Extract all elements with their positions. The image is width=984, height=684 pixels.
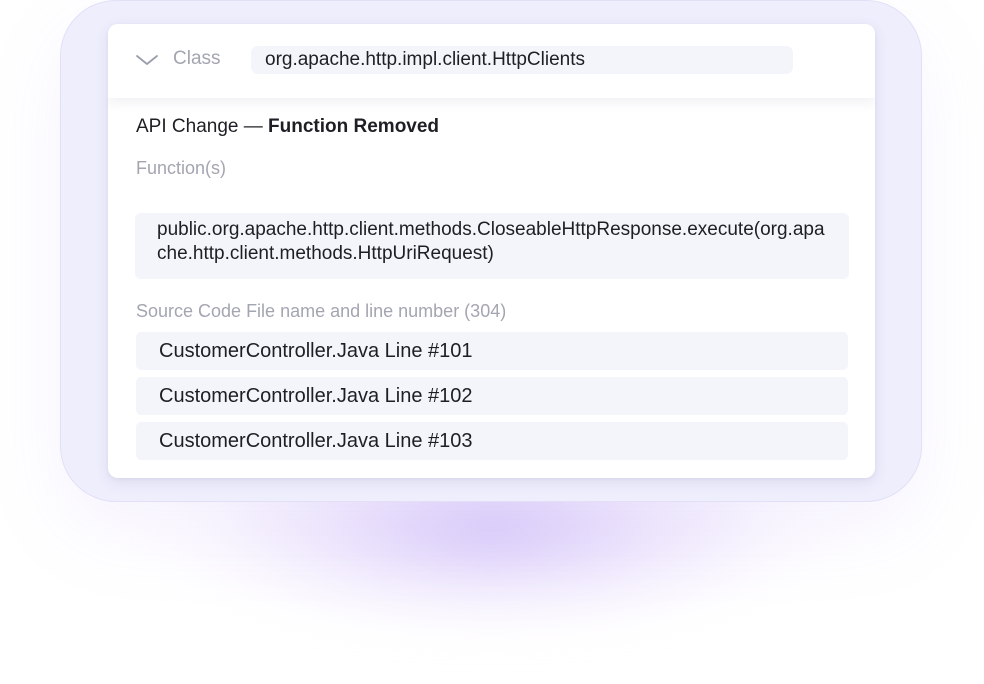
functions-label: Function(s) xyxy=(136,158,227,178)
card-header[interactable]: Class org.apache.http.impl.client.HttpCl… xyxy=(108,24,875,98)
chevron-down-icon[interactable] xyxy=(135,53,159,67)
source-files-label: Source Code File name and line number (3… xyxy=(136,301,507,321)
source-file-row[interactable]: CustomerController.Java Line #101 xyxy=(136,332,848,370)
api-change-title: API Change — Function Removed xyxy=(136,116,439,138)
api-change-card: Class org.apache.http.impl.client.HttpCl… xyxy=(108,24,875,478)
stage: Class org.apache.http.impl.client.HttpCl… xyxy=(0,0,984,684)
function-value: public.org.apache.http.client.methods.Cl… xyxy=(135,213,849,279)
api-change-type: Function Removed xyxy=(268,116,440,137)
class-value-field: org.apache.http.impl.client.HttpClients xyxy=(251,46,793,74)
api-change-prefix: API Change — xyxy=(136,116,269,137)
source-file-row[interactable]: CustomerController.Java Line #102 xyxy=(136,377,848,415)
class-label: Class xyxy=(173,48,221,69)
source-file-row[interactable]: CustomerController.Java Line #103 xyxy=(136,422,848,460)
